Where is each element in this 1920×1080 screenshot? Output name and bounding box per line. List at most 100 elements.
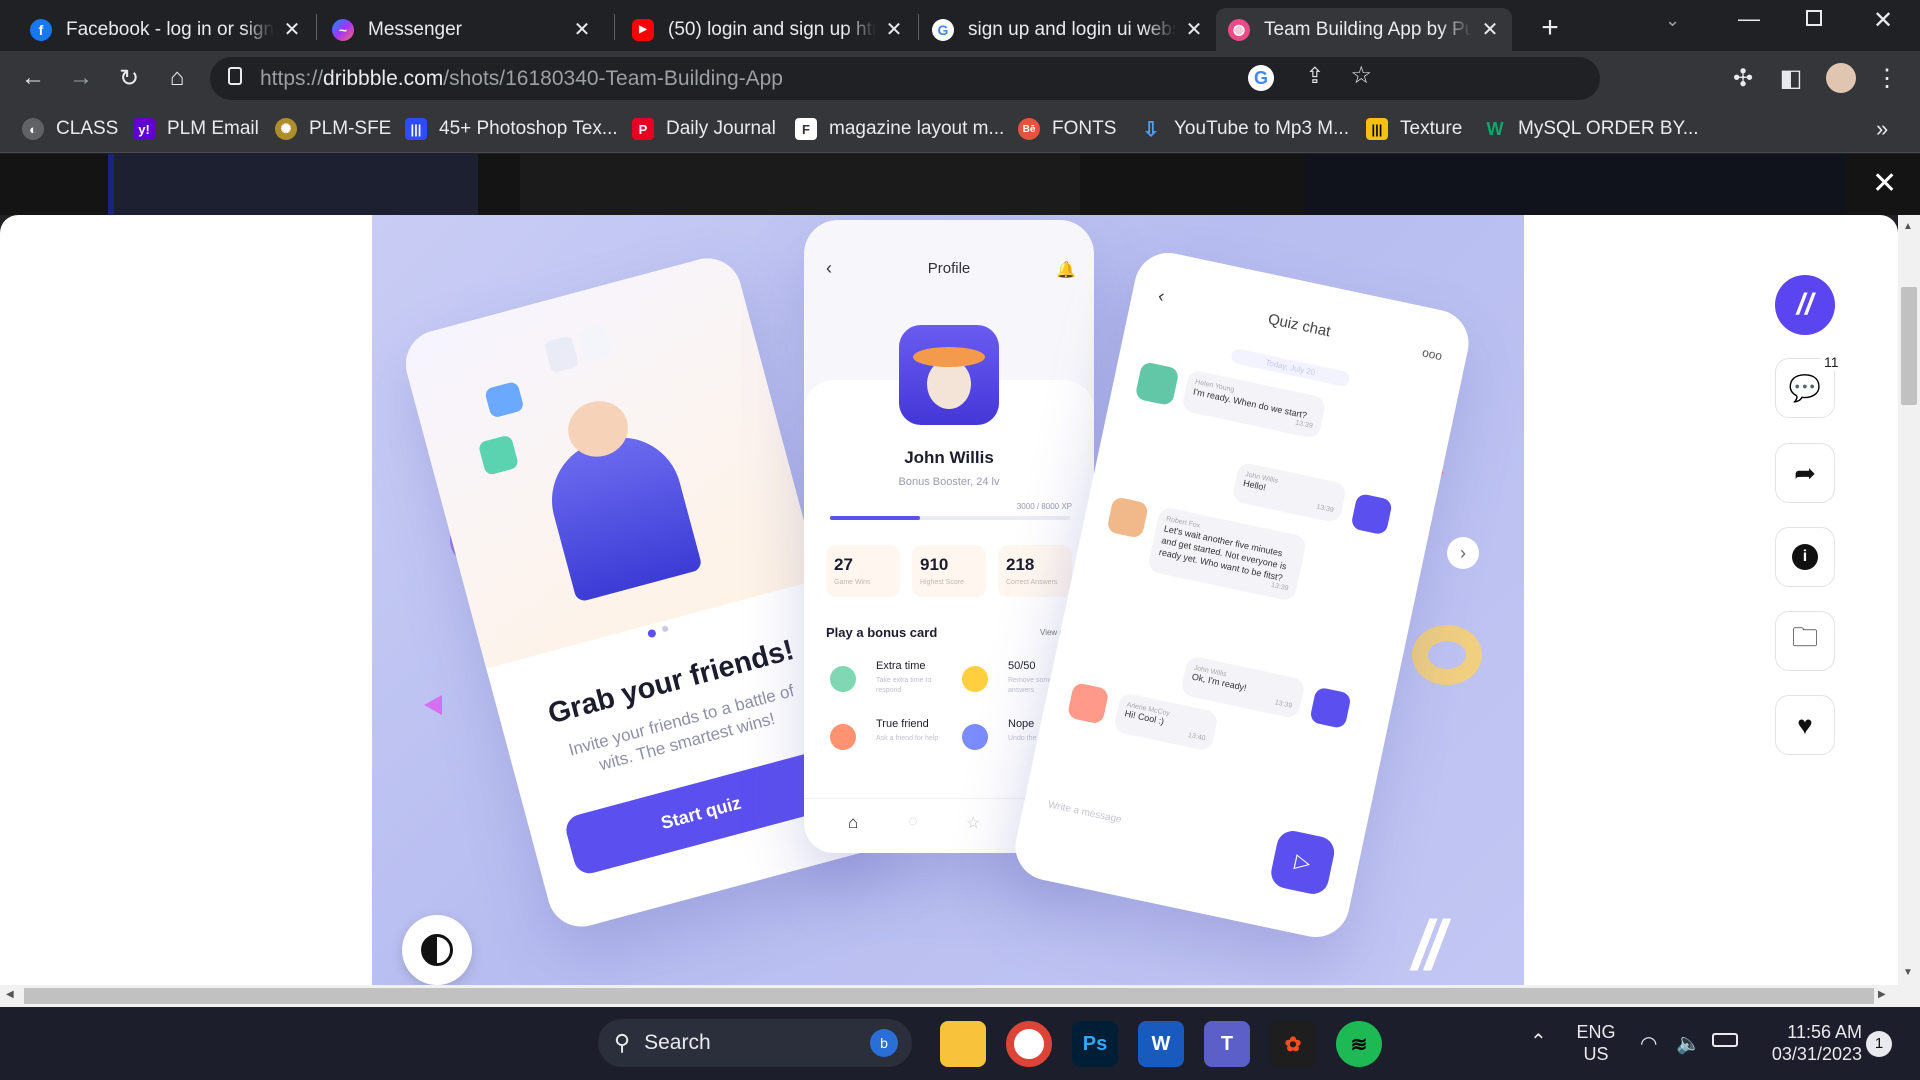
bookmarks-bar: ◐ CLASS y! PLM Email ✺ PLM-SFE ||| 45+ Photo…: [0, 106, 1920, 153]
tab-search-icon[interactable]: ⌄: [1665, 10, 1680, 31]
spotify-icon[interactable]: ≋: [1336, 1021, 1382, 1067]
chrome-taskbar-icon[interactable]: [1006, 1021, 1052, 1067]
clock-icon: [830, 666, 856, 692]
minimize-icon[interactable]: —: [1738, 6, 1760, 32]
bonus-card-title: Play a bonus card: [826, 625, 938, 640]
friend-icon: [830, 724, 856, 750]
tab-youtube[interactable]: ▶ (50) login and sign up html ✕: [620, 8, 916, 51]
profile-level: Bonus Booster, 24 lv: [898, 476, 1000, 488]
tab-dribbble[interactable]: ◍ Team Building App by Purrweb ✕: [1216, 8, 1512, 51]
avatar: [1066, 682, 1110, 725]
bookmark-youtube-mp3[interactable]: ⇩ YouTube to Mp3 M...: [1140, 116, 1349, 142]
contrast-toggle-button[interactable]: [402, 915, 472, 985]
share-icon[interactable]: ⇪: [1306, 63, 1324, 89]
info-button[interactable]: i: [1775, 527, 1835, 587]
carousel-dot-active: [646, 628, 657, 639]
bookmark-site-icon: |||: [405, 118, 427, 140]
language-indicator[interactable]: ENG US: [1574, 1021, 1618, 1065]
bookmark-magazine-layout[interactable]: Fmagazine layout m...: [795, 116, 1004, 142]
side-panel-icon[interactable]: ◧: [1772, 59, 1810, 97]
w3schools-icon: W: [1486, 118, 1504, 139]
word-icon[interactable]: W: [1138, 1021, 1184, 1067]
horizontal-scrollbar[interactable]: ◀ ▶: [0, 985, 1920, 1007]
avatar: [1309, 686, 1352, 730]
carousel-dot: [661, 625, 669, 633]
back-icon[interactable]: ←: [14, 59, 52, 97]
messenger-icon: ~: [332, 18, 354, 41]
reload-icon[interactable]: ↻: [110, 59, 148, 97]
lock-icon: [228, 67, 242, 85]
chat-nav-icon[interactable]: ◌: [908, 813, 918, 831]
windows-start-icon[interactable]: [536, 1021, 582, 1067]
chat-message: Robert Fox Let's wait another five minut…: [1146, 506, 1308, 602]
tab-google[interactable]: G sign up and login ui website ✕: [920, 8, 1216, 51]
show-hidden-icons-icon[interactable]: ⌃: [1530, 1029, 1547, 1054]
file-explorer-icon[interactable]: [940, 1021, 986, 1067]
search-icon: ⚲: [614, 1030, 631, 1055]
close-tab-icon[interactable]: ✕: [282, 17, 302, 42]
window-close-icon[interactable]: ✕: [1873, 6, 1893, 35]
chat-message: Helen Young I'm ready. When do we start?…: [1181, 369, 1327, 440]
taskbar-search[interactable]: ⚲ Search b: [598, 1019, 912, 1067]
scrollbar-thumb[interactable]: [1901, 287, 1917, 405]
system-clock[interactable]: 11:56 AM 03/31/2023: [1752, 1021, 1862, 1065]
home-icon[interactable]: ⌂: [158, 59, 196, 97]
yahoo-icon: y!: [133, 118, 155, 140]
bookmark-star-icon[interactable]: ☆: [1350, 61, 1372, 90]
battery-icon[interactable]: [1712, 1033, 1738, 1047]
next-image-button[interactable]: ›: [1447, 537, 1479, 569]
vertical-scrollbar[interactable]: ▲ ▼: [1898, 215, 1920, 985]
designer-avatar[interactable]: //: [1775, 275, 1835, 335]
restore-icon[interactable]: [1806, 10, 1822, 26]
address-bar[interactable]: https://dribbble.com/shots/16180340-Team…: [210, 57, 1600, 100]
bookmark-class[interactable]: ◐ CLASS: [22, 116, 118, 142]
teams-icon[interactable]: T: [1204, 1021, 1250, 1067]
bookmark-photoshop-textures[interactable]: ||| 45+ Photoshop Tex...: [405, 116, 618, 142]
bookmark-mysql-order-by[interactable]: W MySQL ORDER BY...: [1484, 116, 1699, 142]
extensions-icon[interactable]: ✣: [1724, 59, 1762, 97]
star-nav-icon[interactable]: ☆: [966, 813, 980, 833]
close-modal-icon[interactable]: ✕: [1872, 166, 1897, 201]
wifi-icon[interactable]: ◠: [1640, 1031, 1657, 1056]
volume-icon[interactable]: 🔈: [1676, 1031, 1701, 1056]
profile-name: John Willis: [904, 448, 994, 467]
xp-label: 3000 / 8000 XP: [1016, 502, 1072, 511]
save-to-collection-button[interactable]: 🗀: [1775, 611, 1835, 671]
bookmark-texture[interactable]: ||| Texture: [1366, 116, 1462, 142]
photoshop-icon[interactable]: Ps: [1072, 1021, 1118, 1067]
profile-avatar[interactable]: [1826, 63, 1856, 93]
message-input[interactable]: Write a message: [1047, 799, 1245, 851]
figma-icon[interactable]: ✿: [1270, 1021, 1316, 1067]
close-tab-icon[interactable]: ✕: [1184, 17, 1204, 42]
share-button[interactable]: ➦: [1775, 443, 1835, 503]
taskbar: ⚲ Search b Ps W T ✿ ≋ ⌃ ENG US ◠ 🔈 11:56…: [0, 1007, 1920, 1080]
forward-icon[interactable]: →: [62, 59, 100, 97]
google-icon: G: [932, 18, 954, 41]
bookmark-plm-email[interactable]: y! PLM Email: [133, 116, 259, 142]
close-tab-icon[interactable]: ✕: [1480, 17, 1500, 42]
more-bookmarks-button[interactable]: »: [1876, 116, 1888, 142]
home-nav-icon[interactable]: ⌂: [848, 813, 858, 833]
bookmark-daily-journal[interactable]: P Daily Journal: [632, 116, 776, 142]
scrollbar-thumb[interactable]: [24, 988, 1874, 1004]
info-icon: i: [1792, 544, 1818, 570]
like-button[interactable]: ♥: [1775, 695, 1835, 755]
google-lens-icon[interactable]: G: [1248, 65, 1274, 91]
close-tab-icon[interactable]: ✕: [884, 17, 904, 42]
bing-icon: b: [870, 1029, 898, 1057]
profile-header-title: Profile: [927, 260, 971, 277]
tab-facebook[interactable]: f Facebook - log in or sign up ✕: [18, 8, 314, 51]
dimmed-page-background: ✕: [0, 154, 1920, 215]
stat-correct-answers: 218 Correct Answers: [998, 545, 1072, 597]
send-button[interactable]: ▷: [1268, 828, 1338, 897]
new-tab-button[interactable]: +: [1530, 8, 1570, 48]
notification-bell-icon[interactable]: 🔔: [1056, 260, 1076, 280]
download-icon: ⇩: [1142, 118, 1160, 141]
bookmark-plm-sfe[interactable]: ✺ PLM-SFE: [275, 116, 391, 142]
close-tab-icon[interactable]: ✕: [572, 17, 592, 42]
folder-plus-icon: 🗀: [1791, 622, 1818, 652]
chrome-menu-icon[interactable]: ⋮: [1868, 59, 1906, 97]
notification-badge[interactable]: 1: [1866, 1031, 1892, 1057]
bookmark-fonts[interactable]: Bē FONTS: [1018, 116, 1116, 142]
tab-messenger[interactable]: ~ Messenger ✕: [320, 8, 604, 51]
